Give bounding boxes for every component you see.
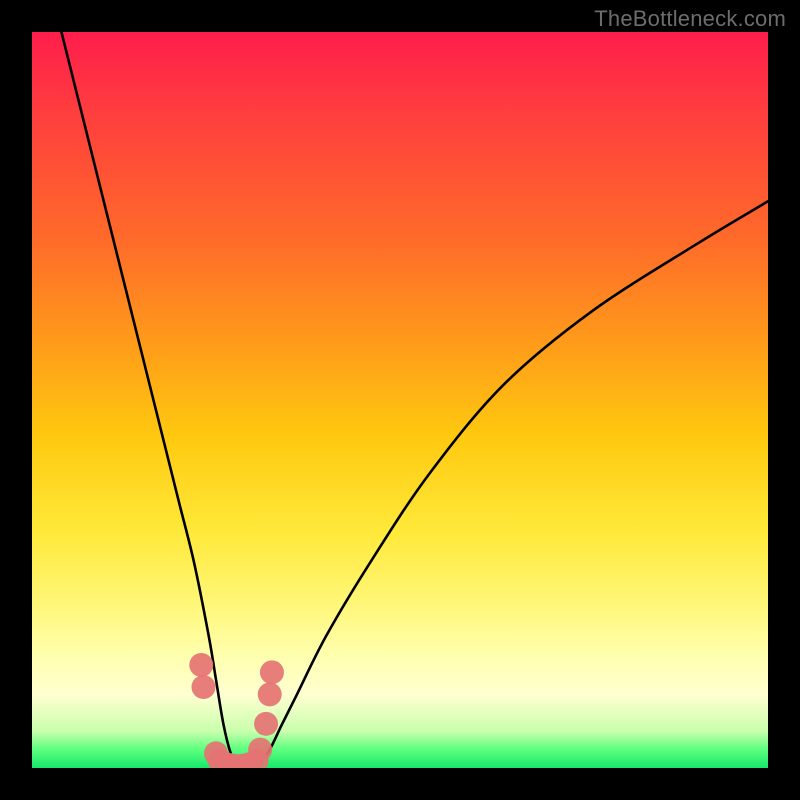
- chart-frame: TheBottleneck.com: [0, 0, 800, 800]
- scatter-point: [260, 660, 284, 684]
- scatter-point: [191, 675, 215, 699]
- scatter-point: [258, 682, 282, 706]
- watermark: TheBottleneck.com: [594, 6, 786, 32]
- bottom-scatter: [189, 653, 284, 768]
- scatter-point: [248, 738, 272, 762]
- scatter-point: [254, 712, 278, 736]
- bottleneck-curve: [61, 32, 768, 768]
- scatter-point: [189, 653, 213, 677]
- plot-area: [32, 32, 768, 768]
- bottleneck-curve-svg: [32, 32, 768, 768]
